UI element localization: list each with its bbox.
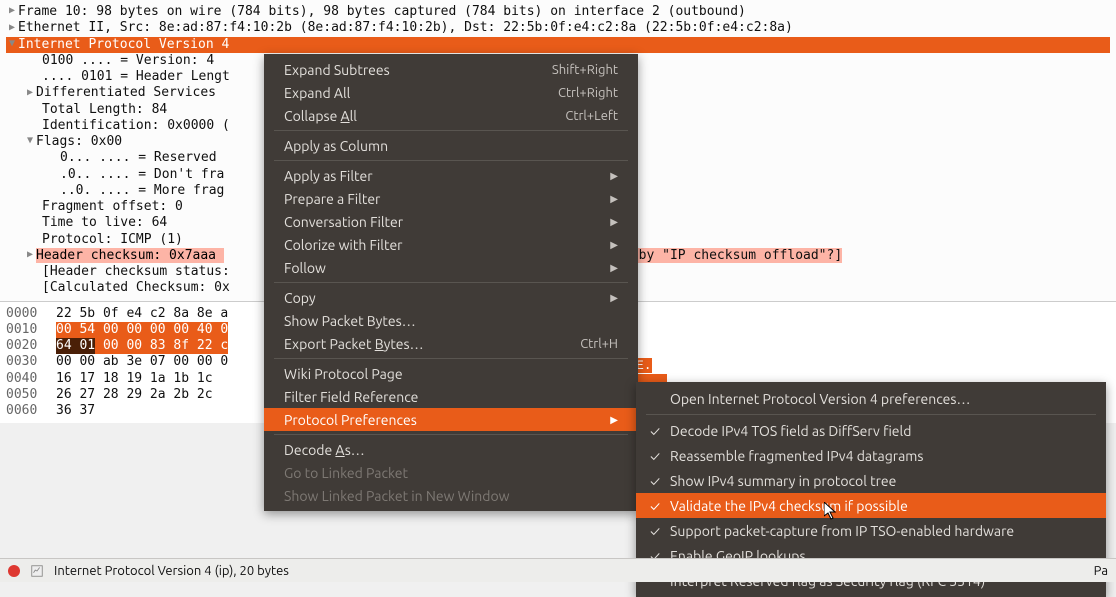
hex-bytes: 00 00 83 8f 22 c	[95, 338, 228, 354]
submenu-decode-tos[interactable]: ✓Decode IPv4 TOS field as DiffServ field	[636, 418, 1106, 443]
menu-show-packet-bytes[interactable]: Show Packet Bytes…	[264, 309, 638, 332]
menu-follow[interactable]: Follow▶	[264, 256, 638, 279]
tree-label: [Header checksum status:	[42, 264, 230, 279]
status-text: Internet Protocol Version 4 (ip), 20 byt…	[54, 564, 289, 578]
hex-bytes: 22 5b 0f e4 c2 8a 8e a	[56, 306, 228, 322]
profile-icon	[30, 564, 44, 578]
hex-bytes: 36 37	[56, 403, 95, 419]
check-icon: ✓	[648, 498, 662, 514]
tree-label: [Calculated Checksum: 0x	[42, 280, 230, 295]
hex-bytes: 00 54 00 00 00 00 40 0	[56, 322, 228, 338]
chevron-right-icon: ▶	[610, 239, 618, 251]
menu-apply-as-filter[interactable]: Apply as Filter▶	[264, 164, 638, 187]
menu-prepare-filter[interactable]: Prepare a Filter▶	[264, 187, 638, 210]
check-icon: ✓	[648, 523, 662, 539]
tree-label: Differentiated Services	[36, 85, 216, 100]
chevron-right-icon: ▶	[610, 170, 618, 182]
collapse-icon: ▼	[6, 38, 18, 51]
menu-separator	[274, 434, 628, 435]
menu-expand-subtrees[interactable]: Expand SubtreesShift+Right	[264, 58, 638, 81]
cursor-icon	[824, 502, 840, 522]
tree-label: Header checksum: 0x7aaa	[36, 248, 224, 263]
expand-icon: ▶	[24, 87, 36, 100]
tree-label: Frame 10: 98 bytes on wire (784 bits), 9…	[18, 4, 746, 19]
tree-label: Protocol: ICMP (1)	[42, 232, 183, 247]
menu-separator	[274, 282, 628, 283]
menu-conversation-filter[interactable]: Conversation Filter▶	[264, 210, 638, 233]
capture-status-icon	[8, 565, 20, 577]
menu-decode-as[interactable]: Decode As…	[264, 438, 638, 461]
expand-icon: ▶	[6, 5, 18, 18]
hex-offset: 0010	[6, 322, 56, 338]
status-bar: Internet Protocol Version 4 (ip), 20 byt…	[0, 558, 1116, 582]
tree-label-tail: ed by "IP checksum offload"?]	[615, 248, 842, 263]
hex-offset: 0000	[6, 306, 56, 322]
submenu-validate-checksum[interactable]: ✓Validate the IPv4 checksum if possible	[636, 493, 1106, 518]
check-icon: ✓	[648, 448, 662, 464]
expand-icon: ▶	[6, 22, 18, 35]
tree-label: 0... .... = Reserved	[60, 150, 224, 165]
menu-show-linked: Show Linked Packet in New Window	[264, 484, 638, 507]
menu-protocol-preferences[interactable]: Protocol Preferences▶	[264, 408, 638, 431]
hex-bytes: 64 01	[56, 338, 95, 354]
chevron-right-icon: ▶	[610, 216, 618, 228]
accelerator: Ctrl+Left	[565, 109, 618, 123]
collapse-icon: ▼	[24, 135, 36, 148]
tree-label: 0100 .... = Version: 4	[42, 53, 214, 68]
tree-label: Flags: 0x00	[36, 134, 122, 149]
menu-go-linked: Go to Linked Packet	[264, 461, 638, 484]
menu-export-packet-bytes[interactable]: Export Packet Bytes…Ctrl+H	[264, 332, 638, 355]
chevron-right-icon: ▶	[610, 414, 618, 426]
hex-offset: 0060	[6, 403, 56, 419]
accelerator: Ctrl+H	[580, 337, 618, 351]
tree-label: Fragment offset: 0	[42, 199, 183, 214]
submenu-summary[interactable]: ✓Show IPv4 summary in protocol tree	[636, 468, 1106, 493]
expand-icon: ▶	[24, 249, 36, 262]
accelerator: Shift+Right	[552, 63, 618, 77]
context-menu: Expand SubtreesShift+Right Expand AllCtr…	[264, 54, 638, 511]
tree-label: Ethernet II, Src: 8e:ad:87:f4:10:2b (8e:…	[18, 20, 793, 35]
hex-offset: 0030	[6, 354, 56, 370]
accelerator: Ctrl+Right	[558, 86, 618, 100]
submenu-open-prefs[interactable]: Open Internet Protocol Version 4 prefere…	[636, 386, 1106, 411]
menu-apply-as-column[interactable]: Apply as Column	[264, 134, 638, 157]
tree-row-ip[interactable]: ▼Internet Protocol Version 4	[6, 37, 1110, 53]
status-right: Pa	[1094, 564, 1108, 578]
chevron-right-icon: ▶	[610, 262, 618, 274]
tree-label: .... 0101 = Header Lengt	[42, 69, 230, 84]
check-icon: ✓	[648, 423, 662, 439]
tree-label: Time to live: 64	[42, 215, 167, 230]
chevron-right-icon: ▶	[610, 292, 618, 304]
menu-colorize-filter[interactable]: Colorize with Filter▶	[264, 233, 638, 256]
tree-label: ..0. .... = More frag	[60, 183, 224, 198]
hex-bytes: 26 27 28 29 2a 2b 2c	[56, 387, 220, 403]
hex-offset: 0040	[6, 371, 56, 387]
hex-bytes: 00 00 ab 3e 07 00 00 0	[56, 354, 228, 370]
tree-label: Total Length: 84	[42, 102, 167, 117]
tree-label: .0.. .... = Don't fra	[60, 167, 224, 182]
submenu-reassemble[interactable]: ✓Reassemble fragmented IPv4 datagrams	[636, 443, 1106, 468]
tree-row-eth[interactable]: ▶Ethernet II, Src: 8e:ad:87:f4:10:2b (8e…	[6, 20, 1110, 36]
menu-separator	[274, 160, 628, 161]
menu-copy[interactable]: Copy▶	[264, 286, 638, 309]
menu-collapse-all[interactable]: Collapse AllCtrl+Left	[264, 104, 638, 127]
hex-bytes: 16 17 18 19 1a 1b 1c	[56, 371, 220, 387]
menu-expand-all[interactable]: Expand AllCtrl+Right	[264, 81, 638, 104]
check-icon: ✓	[648, 473, 662, 489]
hex-offset: 0050	[6, 387, 56, 403]
menu-separator	[646, 414, 1096, 415]
menu-separator	[274, 130, 628, 131]
chevron-right-icon: ▶	[610, 193, 618, 205]
menu-filter-field-ref[interactable]: Filter Field Reference	[264, 385, 638, 408]
tree-label: Internet Protocol Version 4	[18, 37, 229, 52]
hex-offset: 0020	[6, 338, 56, 354]
menu-separator	[274, 358, 628, 359]
tree-label: Identification: 0x0000 (	[42, 118, 230, 133]
menu-wiki-protocol[interactable]: Wiki Protocol Page	[264, 362, 638, 385]
tree-row-frame[interactable]: ▶Frame 10: 98 bytes on wire (784 bits), …	[6, 4, 1110, 20]
submenu-tso[interactable]: ✓Support packet-capture from IP TSO-enab…	[636, 518, 1106, 543]
